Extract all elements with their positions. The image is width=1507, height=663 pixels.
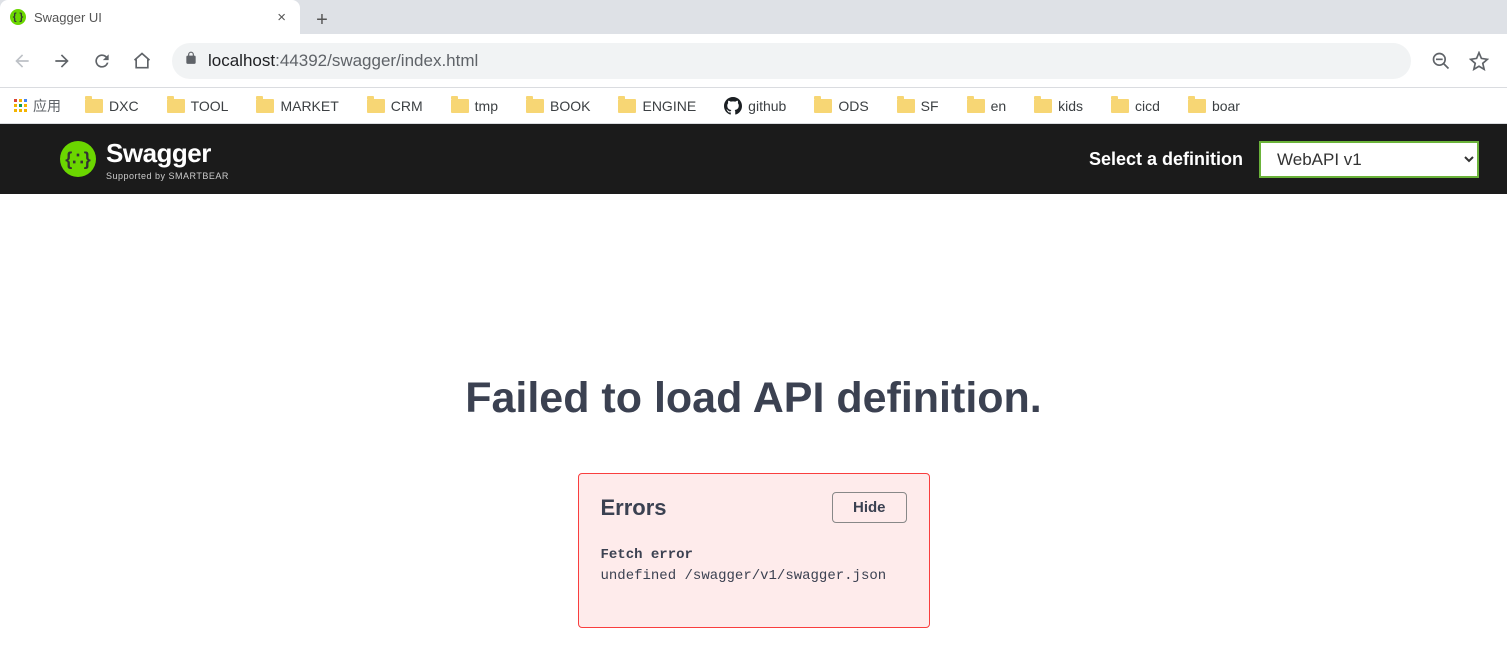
browser-tab[interactable]: { } Swagger UI × — [0, 0, 300, 34]
star-icon — [1469, 51, 1489, 71]
folder-icon — [451, 99, 469, 113]
close-tab-icon[interactable]: × — [273, 9, 290, 26]
bookmark-ods[interactable]: ODS — [802, 94, 880, 118]
errors-title: Errors — [601, 495, 667, 521]
arrow-right-icon — [52, 51, 72, 71]
folder-icon — [1188, 99, 1206, 113]
swagger-brand-text: Swagger — [106, 138, 229, 169]
bookmark-dxc[interactable]: DXC — [73, 94, 151, 118]
tab-title: Swagger UI — [34, 10, 265, 25]
bookmark-engine[interactable]: ENGINE — [606, 94, 708, 118]
folder-icon — [1111, 99, 1129, 113]
error-body: Fetch error undefined /swagger/v1/swagge… — [601, 545, 907, 587]
swagger-logo[interactable]: {∴} Swagger Supported by SMARTBEAR — [60, 138, 229, 181]
github-icon — [724, 97, 742, 115]
folder-icon — [814, 99, 832, 113]
folder-icon — [897, 99, 915, 113]
folder-icon — [967, 99, 985, 113]
browser-toolbar: localhost:44392/swagger/index.html — [0, 34, 1507, 88]
errors-panel: Errors Hide Fetch error undefined /swagg… — [578, 473, 930, 628]
folder-icon — [618, 99, 636, 113]
folder-icon — [85, 99, 103, 113]
zoom-button[interactable] — [1423, 43, 1459, 79]
bookmark-en[interactable]: en — [955, 94, 1019, 118]
lock-icon — [184, 51, 198, 70]
folder-icon — [367, 99, 385, 113]
reload-button[interactable] — [84, 43, 120, 79]
definition-select[interactable]: WebAPI v1 — [1259, 141, 1479, 178]
folder-icon — [1034, 99, 1052, 113]
url-text: localhost:44392/swagger/index.html — [208, 51, 478, 71]
bookmark-cicd[interactable]: cicd — [1099, 94, 1172, 118]
apps-label: 应用 — [33, 96, 61, 116]
hide-errors-button[interactable]: Hide — [832, 492, 907, 523]
reload-icon — [92, 51, 112, 71]
bookmark-crm[interactable]: CRM — [355, 94, 435, 118]
new-tab-button[interactable]: + — [308, 6, 336, 34]
zoom-out-icon — [1431, 51, 1451, 71]
fetch-error-detail: undefined /swagger/v1/swagger.json — [601, 566, 907, 587]
folder-icon — [167, 99, 185, 113]
back-button[interactable] — [4, 43, 40, 79]
bookmarks-bar: 应用 DXC TOOL MARKET CRM tmp BOOK ENGINE g… — [0, 88, 1507, 124]
fetch-error-title: Fetch error — [601, 545, 907, 566]
swagger-favicon-icon: { } — [10, 9, 26, 25]
bookmark-star-button[interactable] — [1461, 43, 1497, 79]
error-heading: Failed to load API definition. — [0, 374, 1507, 423]
swagger-topbar: {∴} Swagger Supported by SMARTBEAR Selec… — [0, 124, 1507, 194]
home-button[interactable] — [124, 43, 160, 79]
apps-shortcut[interactable]: 应用 — [6, 92, 69, 120]
forward-button[interactable] — [44, 43, 80, 79]
bookmark-book[interactable]: BOOK — [514, 94, 602, 118]
home-icon — [132, 51, 152, 71]
folder-icon — [256, 99, 274, 113]
bookmark-tmp[interactable]: tmp — [439, 94, 510, 118]
swagger-badge-icon: {∴} — [60, 141, 96, 177]
select-definition-label: Select a definition — [1089, 149, 1243, 170]
swagger-supported-by: Supported by SMARTBEAR — [106, 171, 229, 181]
bookmark-sf[interactable]: SF — [885, 94, 951, 118]
bookmark-kids[interactable]: kids — [1022, 94, 1095, 118]
folder-icon — [526, 99, 544, 113]
definition-selector-area: Select a definition WebAPI v1 — [1089, 141, 1479, 178]
apps-grid-icon — [14, 99, 27, 112]
browser-tab-strip: { } Swagger UI × + — [0, 0, 1507, 34]
address-bar[interactable]: localhost:44392/swagger/index.html — [172, 43, 1411, 79]
bookmark-tool[interactable]: TOOL — [155, 94, 241, 118]
bookmark-market[interactable]: MARKET — [244, 94, 350, 118]
bookmark-github[interactable]: github — [712, 93, 798, 119]
arrow-left-icon — [12, 51, 32, 71]
main-content: Failed to load API definition. Errors Hi… — [0, 194, 1507, 628]
bookmark-boar[interactable]: boar — [1176, 94, 1252, 118]
